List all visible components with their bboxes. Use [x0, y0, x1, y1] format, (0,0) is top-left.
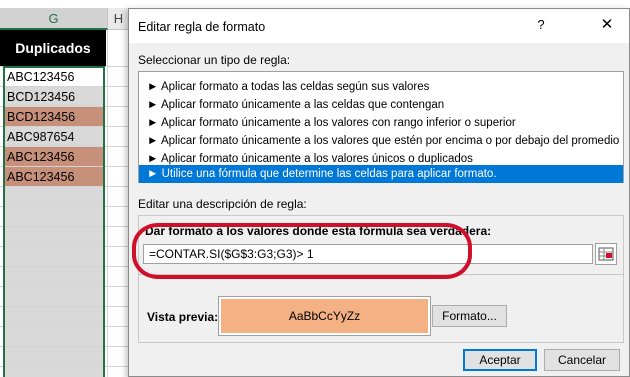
range-select-icon — [598, 247, 614, 261]
divider — [139, 274, 623, 275]
collapse-dialog-button[interactable] — [595, 243, 617, 265]
rule-type-list[interactable]: ► Aplicar formato a todas las celdas seg… — [138, 71, 624, 183]
header-cell-duplicados[interactable]: Duplicados — [0, 30, 106, 66]
rule-type-item[interactable]: ► Aplicar formato únicamente a los valor… — [139, 132, 623, 150]
title-bar: Editar regla de formato ? ✕ — [129, 9, 629, 43]
dialog-title: Editar regla de formato — [138, 20, 266, 34]
grid-line — [107, 30, 108, 377]
column-header-h[interactable]: H — [108, 8, 130, 30]
cancel-button[interactable]: Cancelar — [544, 349, 620, 371]
formula-label: Dar formato a los valores donde esta fór… — [145, 224, 492, 238]
preview-frame: AaBbCcYyZz — [218, 296, 431, 336]
close-button[interactable]: ✕ — [597, 15, 617, 35]
rule-type-item[interactable]: ► Aplicar formato únicamente a las celda… — [139, 96, 623, 114]
select-rule-type-label: Seleccionar un tipo de regla: — [138, 53, 291, 67]
preview-label: Vista previa: — [147, 310, 219, 324]
selection-border — [3, 66, 105, 377]
column-header-g[interactable]: G — [0, 8, 108, 30]
rule-type-item[interactable]: ► Aplicar formato a todas las celdas seg… — [139, 78, 623, 96]
format-button[interactable]: Formato... — [432, 305, 507, 327]
preview-sample: AaBbCcYyZz — [221, 299, 428, 333]
rule-type-item-selected[interactable]: ► Utilice una fórmula que determine las … — [139, 165, 623, 183]
edit-format-rule-dialog: Editar regla de formato ? ✕ Seleccionar … — [128, 8, 630, 377]
rule-description-group: Dar formato a los valores donde esta fór… — [138, 215, 624, 343]
rule-type-item[interactable]: ► Aplicar formato únicamente a los valor… — [139, 114, 623, 132]
formula-input[interactable] — [143, 244, 593, 264]
edit-description-label: Editar una descripción de regla: — [138, 197, 307, 211]
accept-button[interactable]: Aceptar — [463, 349, 537, 371]
help-button[interactable]: ? — [533, 17, 549, 35]
